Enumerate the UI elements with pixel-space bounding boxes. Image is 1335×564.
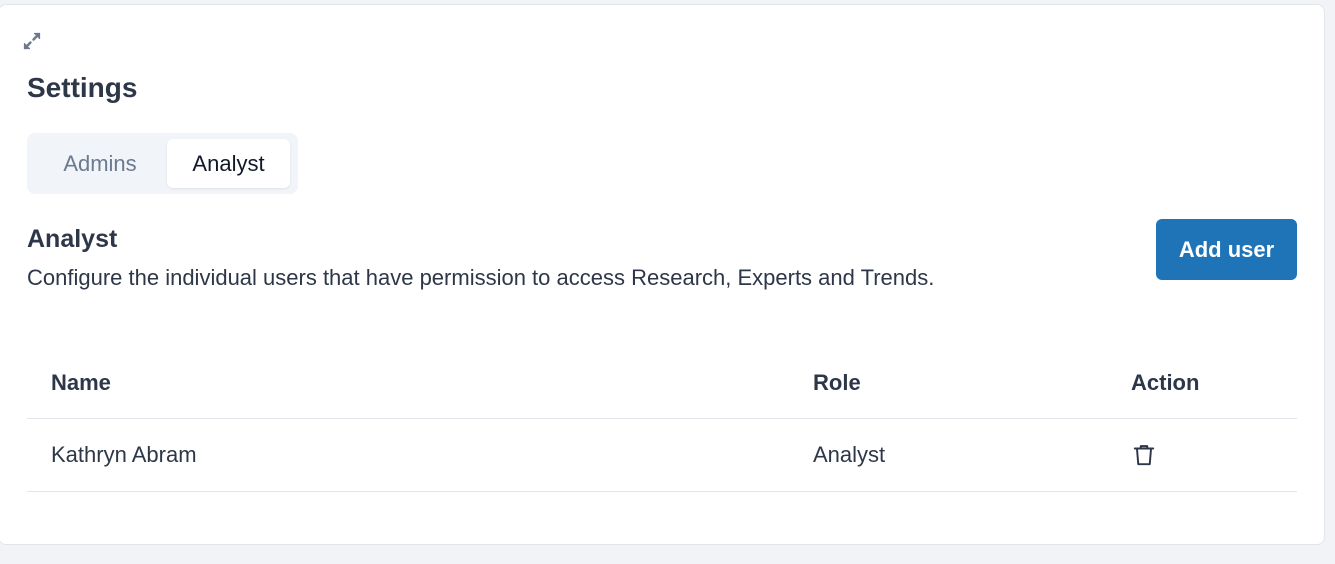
add-user-button[interactable]: Add user <box>1156 219 1297 280</box>
user-name-cell: Kathryn Abram <box>51 442 197 467</box>
trash-icon[interactable] <box>1131 442 1157 468</box>
role-tabs: Admins Analyst <box>27 133 298 194</box>
column-header-role: Role <box>813 369 861 395</box>
tab-admins[interactable]: Admins <box>33 139 167 188</box>
section-title: Analyst <box>27 225 118 253</box>
column-header-action: Action <box>1131 369 1200 395</box>
expand-icon[interactable] <box>20 29 44 53</box>
tab-analyst[interactable]: Analyst <box>167 139 290 188</box>
table-header-row: Name Role Action <box>27 347 1297 419</box>
users-table: Name Role Action Kathryn Abram Analyst <box>27 347 1297 492</box>
page-title: Settings <box>27 72 138 103</box>
user-role-cell: Analyst <box>813 442 886 467</box>
user-action-cell <box>1131 419 1157 491</box>
table-row: Kathryn Abram Analyst <box>27 419 1297 492</box>
settings-card: Settings Admins Analyst Analyst Configur… <box>0 4 1325 545</box>
section-description: Configure the individual users that have… <box>27 265 935 290</box>
column-header-name: Name <box>51 369 111 395</box>
